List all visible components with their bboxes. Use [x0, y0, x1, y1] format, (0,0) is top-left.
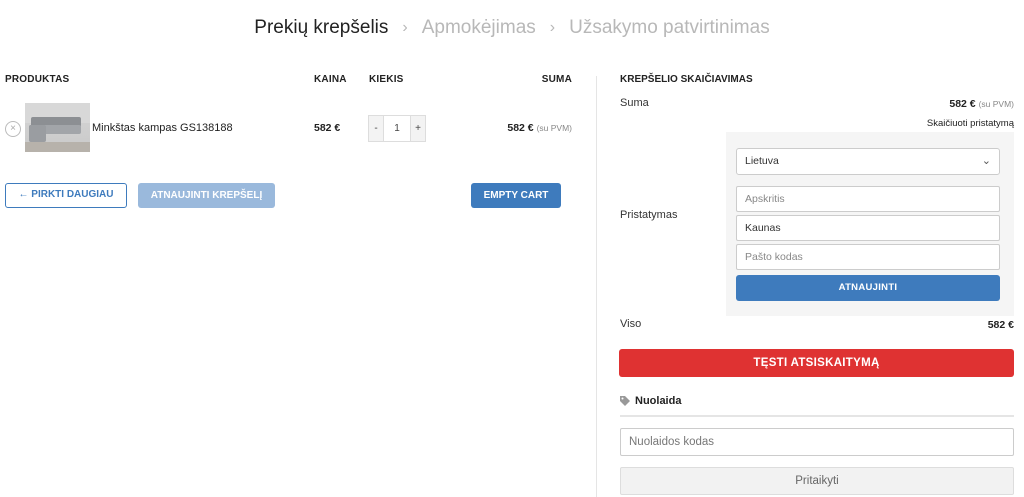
- line-total: 582 € (su PVM): [507, 122, 572, 134]
- shipping-calculator: Lietuva ⌄ Apskritis Kaunas Pašto kodas A…: [726, 132, 1014, 316]
- apply-coupon-button[interactable]: Pritaikyti: [620, 467, 1014, 495]
- totals-title: KREPŠELIO SKAIČIAVIMAS: [620, 74, 753, 85]
- postcode-field[interactable]: Pašto kodas: [736, 244, 1000, 270]
- coupon-title: Nuolaida: [635, 395, 682, 407]
- calculate-shipping-link[interactable]: Skaičiuoti pristatymą: [927, 118, 1014, 129]
- state-field[interactable]: Apskritis: [736, 186, 1000, 212]
- product-price: 582 €: [314, 122, 341, 134]
- subtotal-tax-note: (su PVM): [978, 99, 1014, 109]
- coupon-heading: Nuolaida: [620, 395, 681, 407]
- qty-input[interactable]: 1: [383, 116, 411, 141]
- coupon-code-input[interactable]: Nuolaidos kodas: [620, 428, 1014, 456]
- update-cart-button[interactable]: ATNAUJINTI KREPŠELĮ: [138, 183, 275, 208]
- subtotal-value: 582 € (su PVM): [949, 98, 1014, 110]
- country-select[interactable]: Lietuva ⌄: [736, 148, 1000, 175]
- update-shipping-button[interactable]: ATNAUJINTI: [736, 275, 1000, 301]
- header-total: SUMA: [541, 74, 572, 85]
- header-product: PRODUKTAS: [5, 74, 70, 85]
- city-field[interactable]: Kaunas: [736, 215, 1000, 241]
- tag-icon: [620, 396, 630, 406]
- header-qty: KIEKIS: [369, 74, 404, 85]
- product-thumbnail[interactable]: [25, 103, 90, 152]
- line-total-tax-note: (su PVM): [536, 123, 572, 133]
- total-amount: 582 €: [987, 319, 1014, 331]
- remove-item-icon[interactable]: ×: [5, 121, 21, 137]
- chevron-down-icon: ⌄: [981, 155, 991, 167]
- cart-totals: KREPŠELIO SKAIČIAVIMAS Suma 582 € (su PV…: [619, 0, 1014, 497]
- proceed-to-checkout-button[interactable]: TĘSTI ATSISKAITYMĄ: [619, 349, 1014, 377]
- subtotal-label: Suma: [620, 97, 649, 109]
- shipping-label: Pristatymas: [620, 209, 678, 221]
- coupon-divider: [620, 415, 1014, 417]
- header-price: KAINA: [314, 74, 347, 85]
- country-select-value: Lietuva: [745, 155, 779, 167]
- qty-decrease-button[interactable]: -: [369, 116, 383, 141]
- continue-shopping-button[interactable]: ← PIRKTI DAUGIAU: [5, 183, 127, 208]
- qty-increase-button[interactable]: +: [411, 116, 425, 141]
- line-total-value: 582 €: [507, 122, 534, 134]
- product-name-link[interactable]: Minkštas kampas GS138188: [92, 122, 233, 134]
- subtotal-amount: 582 €: [949, 98, 976, 110]
- total-value: 582 €: [988, 319, 1014, 331]
- column-divider: [596, 76, 597, 497]
- total-label: Viso: [620, 318, 642, 330]
- quantity-stepper: - 1 +: [368, 115, 426, 142]
- cart-table: PRODUKTAS KAINA KIEKIS SUMA × Minkštas k…: [5, 0, 580, 497]
- empty-cart-button[interactable]: EMPTY CART: [471, 183, 561, 208]
